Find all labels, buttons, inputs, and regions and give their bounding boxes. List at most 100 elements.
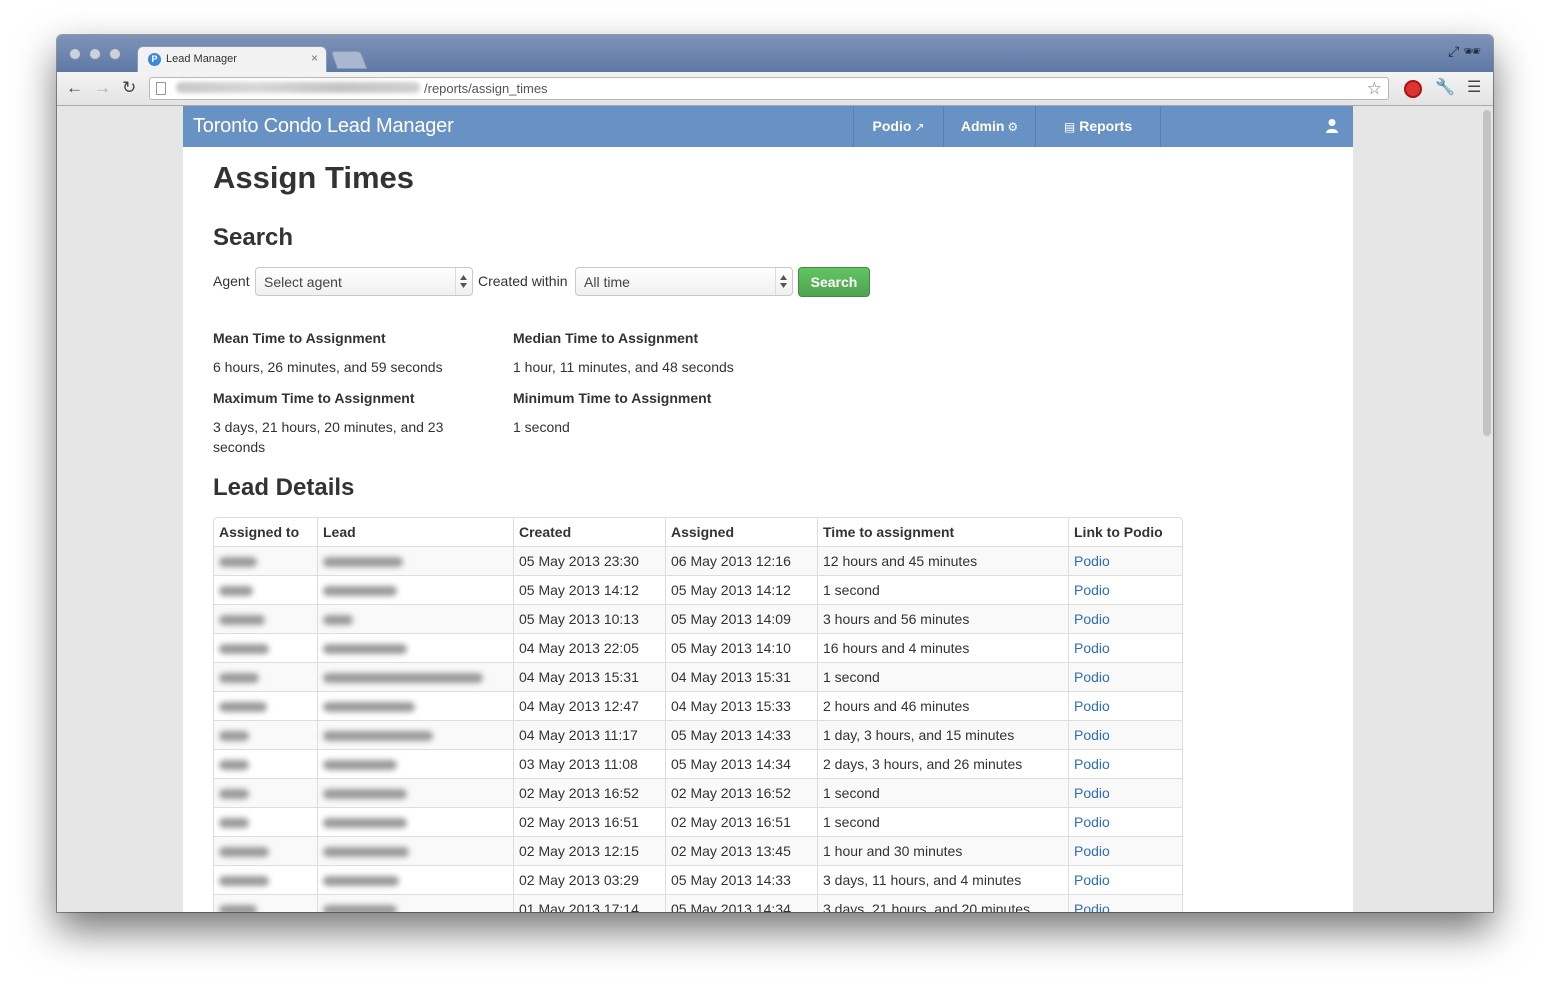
lead-cell <box>317 836 513 865</box>
assigned-cell: 05 May 2013 14:34 <box>665 749 817 778</box>
user-icon[interactable] <box>1325 118 1339 134</box>
created-cell: 05 May 2013 10:13 <box>513 604 665 633</box>
assigned-cell: 02 May 2013 16:52 <box>665 778 817 807</box>
time-to-assignment-cell: 1 day, 3 hours, and 15 minutes <box>817 720 1068 749</box>
created-cell: 05 May 2013 14:12 <box>513 575 665 604</box>
assigned-cell: 05 May 2013 14:34 <box>665 894 817 912</box>
podio-link[interactable]: Podio <box>1074 901 1110 912</box>
table-row: 01 May 2013 17:14 05 May 2013 14:34 3 days… <box>214 894 1182 912</box>
time-to-assignment-cell: 3 days, 11 hours, and 4 minutes <box>817 865 1068 894</box>
table-row: 02 May 2013 16:52 02 May 2013 16:52 1 seco… <box>214 778 1182 807</box>
nav-reports[interactable]: ▤ Reports <box>1035 106 1161 147</box>
lead-cell <box>317 778 513 807</box>
brand-link[interactable]: Toronto Condo Lead Manager <box>193 115 454 138</box>
url-path: /reports/assign_times <box>424 81 548 96</box>
time-to-assignment-cell: 1 second <box>817 575 1068 604</box>
menu-icon[interactable]: ☰ <box>1467 77 1481 97</box>
created-cell: 02 May 2013 16:52 <box>513 778 665 807</box>
time-to-assignment-cell: 1 second <box>817 807 1068 836</box>
tab-close-icon[interactable]: × <box>311 51 318 65</box>
select-arrows-icon <box>775 268 792 295</box>
redacted-lead-name <box>323 673 483 684</box>
title-bar: P Lead Manager × ⤢ 🕶 <box>57 35 1493 72</box>
podio-link[interactable]: Podio <box>1074 582 1110 598</box>
redacted-agent-name <box>219 586 253 597</box>
assigned-to-cell <box>214 633 317 662</box>
created-cell: 02 May 2013 16:51 <box>513 807 665 836</box>
reload-icon[interactable]: ↻ <box>122 78 136 98</box>
redacted-agent-name <box>219 847 269 858</box>
redacted-agent-name <box>219 789 249 800</box>
assigned-cell: 05 May 2013 14:33 <box>665 720 817 749</box>
page-title: Assign Times <box>213 160 415 195</box>
redacted-lead-name <box>323 818 407 829</box>
podio-link[interactable]: Podio <box>1074 669 1110 685</box>
podio-link[interactable]: Podio <box>1074 843 1110 859</box>
agent-select[interactable]: Select agent <box>255 267 473 296</box>
podio-link[interactable]: Podio <box>1074 640 1110 656</box>
back-icon[interactable]: ← <box>66 78 83 98</box>
lead-cell <box>317 865 513 894</box>
close-window-button[interactable] <box>69 48 81 60</box>
assigned-to-cell <box>214 749 317 778</box>
podio-link[interactable]: Podio <box>1074 611 1110 627</box>
created-within-select-value: All time <box>584 274 630 290</box>
podio-link[interactable]: Podio <box>1074 785 1110 801</box>
tab-title: Lead Manager <box>166 53 237 65</box>
lead-cell <box>317 546 513 575</box>
nav-admin[interactable]: Admin ⚙ <box>943 106 1035 147</box>
lead-details-table: Assigned to Lead Created Assigned Time t… <box>213 517 1183 912</box>
extension-icon[interactable] <box>1404 80 1422 98</box>
assigned-to-cell <box>214 807 317 836</box>
created-cell: 04 May 2013 15:31 <box>513 662 665 691</box>
created-cell: 04 May 2013 11:17 <box>513 720 665 749</box>
assigned-to-cell <box>214 836 317 865</box>
minimize-window-button[interactable] <box>89 48 101 60</box>
forward-icon[interactable]: → <box>94 78 111 98</box>
assigned-cell: 02 May 2013 16:51 <box>665 807 817 836</box>
min-value: 1 second <box>513 419 570 435</box>
zoom-window-button[interactable] <box>109 48 121 60</box>
wrench-icon[interactable]: 🔧 <box>1435 77 1455 97</box>
podio-link[interactable]: Podio <box>1074 727 1110 743</box>
lead-cell <box>317 720 513 749</box>
assigned-to-cell <box>214 778 317 807</box>
table-row: 05 May 2013 23:30 06 May 2013 12:16 12 hou… <box>214 546 1182 575</box>
time-to-assignment-cell: 3 days, 21 hours, and 20 minutes <box>817 894 1068 912</box>
column-header: Lead <box>317 518 513 546</box>
assigned-to-cell <box>214 720 317 749</box>
podio-link[interactable]: Podio <box>1074 698 1110 714</box>
browser-tab[interactable]: P Lead Manager × <box>137 46 327 72</box>
table-row: 02 May 2013 16:51 02 May 2013 16:51 1 seco… <box>214 807 1182 836</box>
scrollbar[interactable] <box>1483 110 1491 436</box>
podio-link[interactable]: Podio <box>1074 756 1110 772</box>
column-header: Assigned <box>665 518 817 546</box>
page-icon <box>156 82 166 95</box>
podio-link[interactable]: Podio <box>1074 553 1110 569</box>
incognito-icon: ⤢ 🕶 <box>1448 43 1481 59</box>
bookmark-star-icon[interactable]: ☆ <box>1367 79 1382 99</box>
lead-cell <box>317 662 513 691</box>
table-row: 04 May 2013 15:31 04 May 2013 15:31 1 seco… <box>214 662 1182 691</box>
address-bar[interactable]: /reports/assign_times ☆ <box>149 77 1389 100</box>
redacted-lead-name <box>323 905 397 912</box>
table-header-row: Assigned to Lead Created Assigned Time t… <box>214 518 1182 546</box>
nav-podio-label: Podio <box>872 118 912 134</box>
table-row: 02 May 2013 12:15 02 May 2013 13:45 1 hour… <box>214 836 1182 865</box>
created-within-select[interactable]: All time <box>575 267 793 296</box>
podio-link[interactable]: Podio <box>1074 814 1110 830</box>
table-row: 04 May 2013 11:17 05 May 2013 14:33 1 day,… <box>214 720 1182 749</box>
mean-value: 6 hours, 26 minutes, and 59 seconds <box>213 359 443 375</box>
new-tab-button[interactable] <box>330 51 368 69</box>
table-row: 03 May 2013 11:08 05 May 2013 14:34 2 days… <box>214 749 1182 778</box>
nav-admin-label: Admin <box>960 118 1005 134</box>
nav-podio[interactable]: Podio ↗ <box>853 106 943 147</box>
podio-link[interactable]: Podio <box>1074 872 1110 888</box>
redacted-agent-name <box>219 876 269 887</box>
redacted-lead-name <box>323 789 407 800</box>
redacted-agent-name <box>219 731 249 742</box>
url-host-redacted <box>176 82 420 93</box>
mean-label: Mean Time to Assignment <box>213 330 386 346</box>
search-button[interactable]: Search <box>798 267 870 297</box>
list-alt-icon: ▤ <box>1063 120 1076 134</box>
